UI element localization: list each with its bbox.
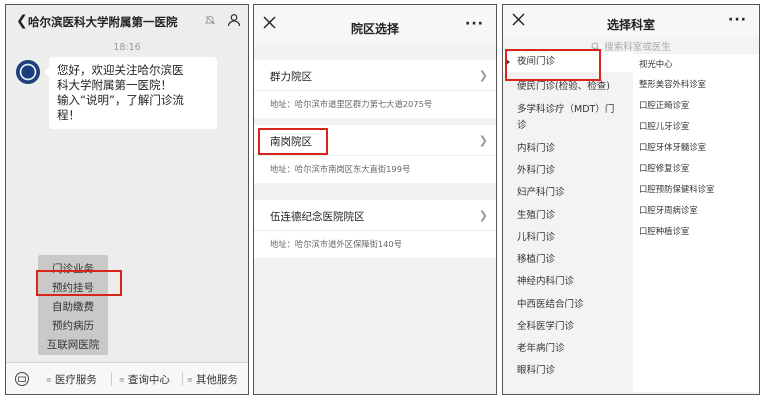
chevron-right-icon: ❯ bbox=[478, 209, 488, 222]
mute-bell-icon bbox=[205, 15, 215, 25]
chevron-right-icon: ❯ bbox=[478, 134, 488, 147]
popup-item-records[interactable]: 预约病历 bbox=[38, 318, 108, 333]
profile-icon[interactable] bbox=[227, 13, 241, 27]
hospital-avatar[interactable] bbox=[16, 60, 40, 84]
subdepartment-list: 视光中心 整形美容外科诊室 口腔正畸诊室 口腔儿牙诊室 口腔牙体牙髓诊室 口腔修… bbox=[633, 54, 759, 392]
category-item[interactable]: 全科医学门诊 bbox=[517, 319, 629, 335]
popup-item-internet-hospital[interactable]: 互联网医院 bbox=[38, 337, 108, 352]
subdepartment-item[interactable]: 口腔正畸诊室 bbox=[639, 99, 689, 111]
category-item[interactable]: 外科门诊 bbox=[517, 163, 629, 179]
category-list: 夜间门诊 便民门诊(检验、检查) 多学科诊疗（MDT）门 诊 内科门诊 外科门诊… bbox=[503, 49, 633, 389]
campus-name: 群力院区 bbox=[270, 71, 312, 83]
chat-screen: ❮ 哈尔滨医科大学附属第一医院 18:16 您好，欢迎关注哈尔滨医 科大学附属第… bbox=[5, 4, 249, 395]
category-item[interactable]: 便民门诊(检验、检查) bbox=[517, 79, 629, 95]
more-icon[interactable]: ··· bbox=[728, 12, 747, 28]
campus-address: 地址：哈尔滨市南岗区东大直街199号 bbox=[270, 164, 411, 174]
campus-address: 地址：哈尔滨市道外区保障街140号 bbox=[270, 239, 402, 249]
campus-page-title: 院区选择 bbox=[350, 22, 399, 36]
menu-divider bbox=[182, 372, 183, 386]
menu-other-services[interactable]: 其他服务 bbox=[187, 372, 238, 387]
subdepartment-item[interactable]: 口腔儿牙诊室 bbox=[639, 120, 689, 132]
highlight-night-clinic-box bbox=[505, 49, 601, 81]
department-header: 选择科室 ··· bbox=[503, 5, 759, 37]
chat-title: 哈尔滨医科大学附属第一医院 bbox=[28, 15, 178, 29]
category-item[interactable]: 多学科诊疗（MDT）门 诊 bbox=[517, 102, 629, 134]
chevron-right-icon: ❯ bbox=[478, 69, 488, 82]
subdepartment-item[interactable]: 视光中心 bbox=[639, 58, 673, 70]
menu-query-center[interactable]: 查询中心 bbox=[119, 372, 170, 387]
department-select-screen: 选择科室 ··· 搜索科室或医生 夜间门诊 便民门诊(检验、检查) 多学科诊疗（… bbox=[502, 4, 760, 395]
campus-address: 地址：哈尔滨市道里区群力第七大道2075号 bbox=[270, 99, 433, 109]
menu-divider bbox=[111, 372, 112, 386]
category-item[interactable]: 生殖门诊 bbox=[517, 208, 629, 224]
campus-item-qunli[interactable]: 群力院区 ❯ 地址：哈尔滨市道里区群力第七大道2075号 bbox=[254, 60, 496, 118]
category-item[interactable]: 老年病门诊 bbox=[517, 341, 629, 357]
subdepartment-item[interactable]: 口腔牙周病诊室 bbox=[639, 204, 698, 216]
campus-header: 院区选择 ··· bbox=[254, 5, 496, 45]
bottom-menu-bar: 医疗服务 查询中心 其他服务 bbox=[6, 362, 248, 394]
divider bbox=[254, 90, 496, 91]
category-item[interactable]: 神经内科门诊 bbox=[517, 274, 629, 290]
category-item[interactable]: 儿科门诊 bbox=[517, 230, 629, 246]
highlight-nangang-box bbox=[258, 128, 328, 155]
campus-select-screen: 院区选择 ··· 群力院区 ❯ 地址：哈尔滨市道里区群力第七大道2075号 南岗… bbox=[253, 4, 497, 395]
department-page-title: 选择科室 bbox=[606, 18, 655, 32]
subdepartment-item[interactable]: 整形美容外科诊室 bbox=[639, 78, 706, 90]
subdepartment-item[interactable]: 口腔种植诊室 bbox=[639, 225, 689, 237]
popup-item-self-payment[interactable]: 自助缴费 bbox=[38, 299, 108, 314]
chat-timestamp: 18:16 bbox=[113, 42, 141, 53]
divider bbox=[254, 230, 496, 231]
keyboard-toggle-icon[interactable] bbox=[14, 371, 30, 387]
highlight-appointment-box bbox=[36, 270, 122, 296]
back-icon[interactable]: ❮ bbox=[16, 13, 28, 29]
divider bbox=[254, 155, 496, 156]
subdepartment-item[interactable]: 口腔牙体牙髓诊室 bbox=[639, 141, 706, 153]
chat-header: ❮ 哈尔滨医科大学附属第一医院 bbox=[6, 5, 248, 37]
category-item[interactable]: 移植门诊 bbox=[517, 252, 629, 268]
campus-name: 伍连德纪念医院院区 bbox=[270, 211, 365, 223]
category-item[interactable]: 中西医结合门诊 bbox=[517, 297, 629, 313]
menu-medical-service[interactable]: 医疗服务 bbox=[46, 372, 97, 387]
more-icon[interactable]: ··· bbox=[465, 16, 484, 32]
category-item[interactable]: 眼科门诊 bbox=[517, 363, 629, 379]
welcome-message: 您好，欢迎关注哈尔滨医 科大学附属第一医院！ 输入“说明”，了解门诊流 程！ bbox=[44, 57, 217, 129]
campus-item-wuliande[interactable]: 伍连德纪念医院院区 ❯ 地址：哈尔滨市道外区保障街140号 bbox=[254, 200, 496, 258]
subdepartment-item[interactable]: 口腔预防保健科诊室 bbox=[639, 183, 714, 195]
category-item[interactable]: 内科门诊 bbox=[517, 141, 629, 157]
subdepartment-item[interactable]: 口腔修复诊室 bbox=[639, 162, 689, 174]
category-item[interactable]: 妇产科门诊 bbox=[517, 185, 629, 201]
